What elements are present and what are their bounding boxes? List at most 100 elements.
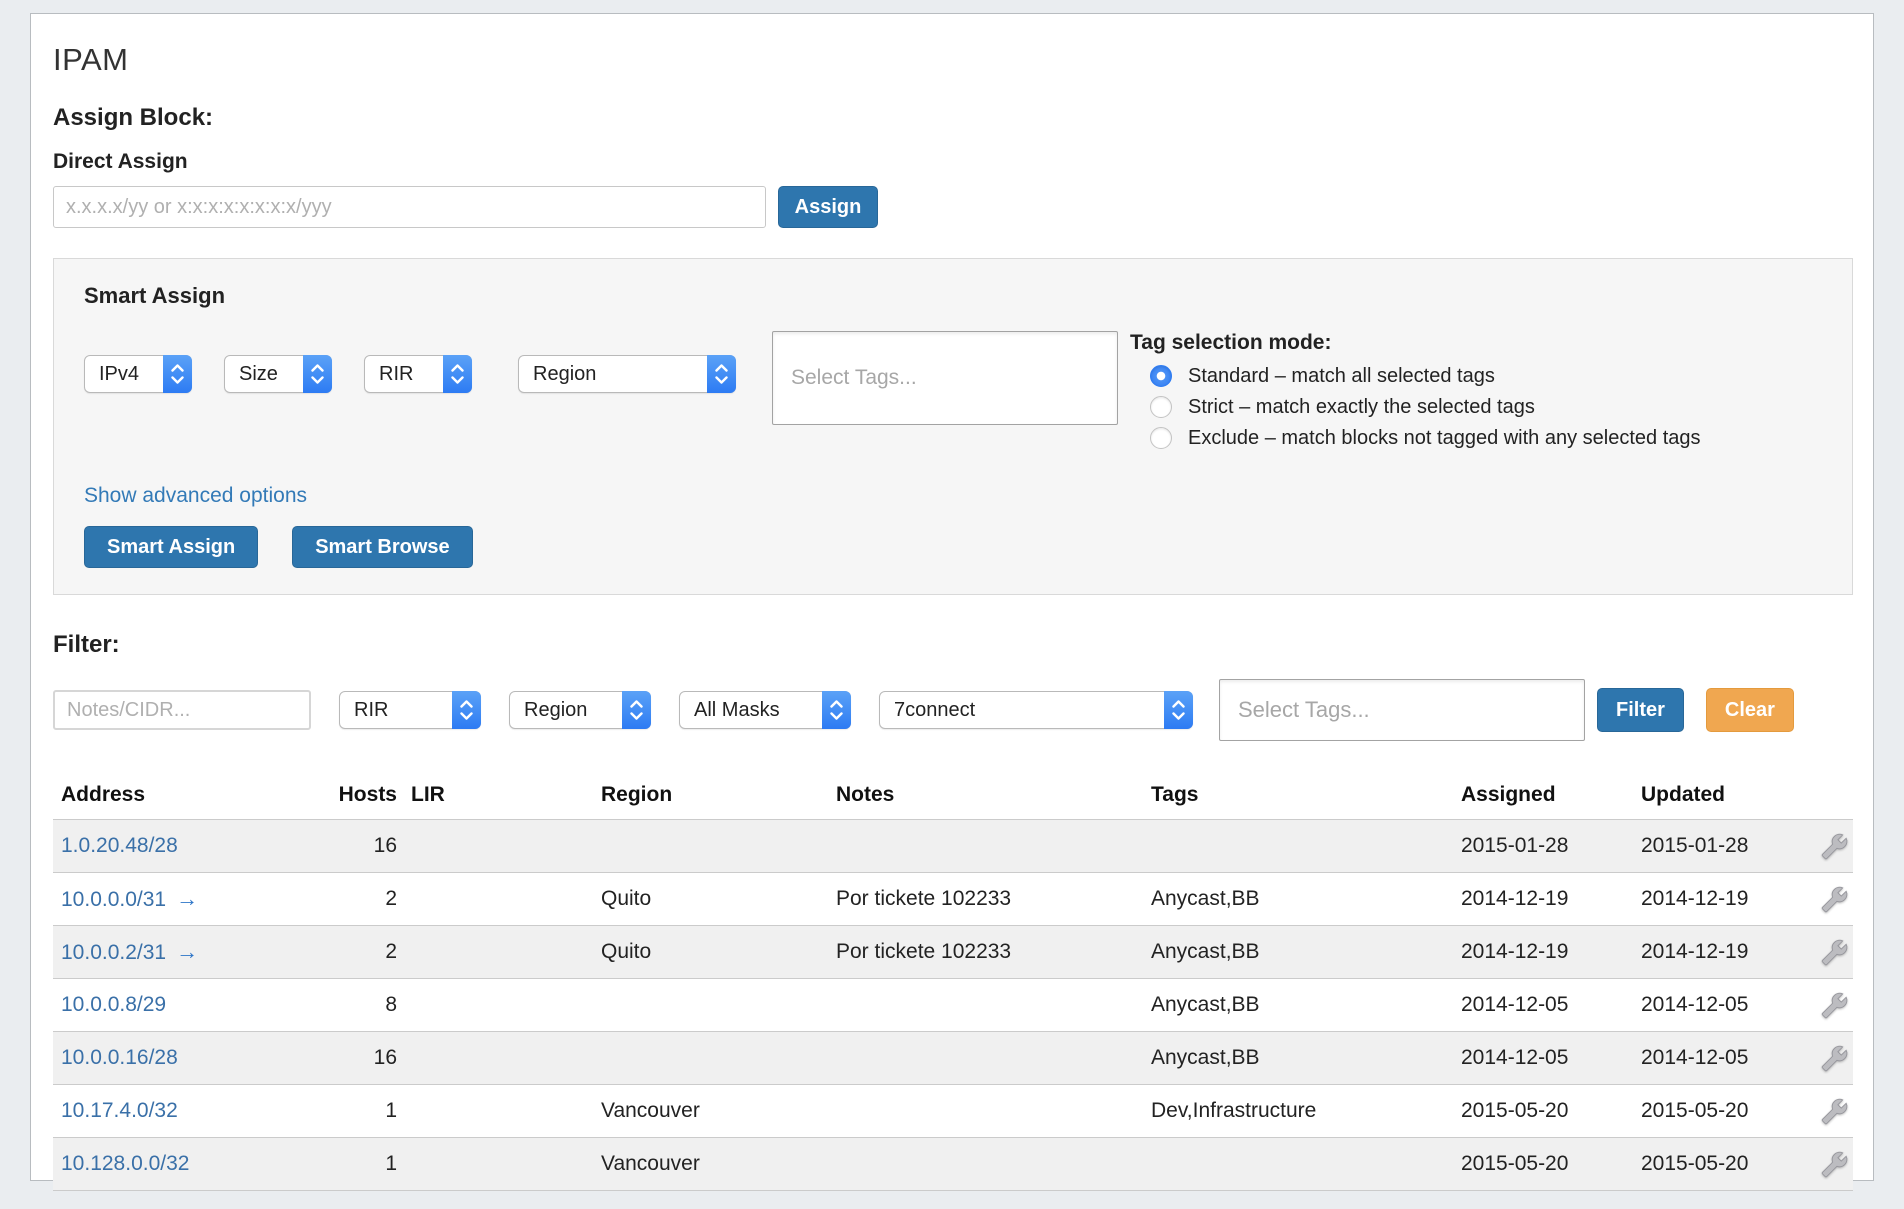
assign-button[interactable]: Assign (778, 186, 878, 228)
updated-cell: 2015-05-20 (1633, 1138, 1813, 1191)
address-cell: 10.0.0.8/29 (53, 979, 323, 1032)
assign-block-heading: Assign Block: (53, 104, 1851, 132)
page-title: IPAM (53, 42, 1851, 78)
filter-lir-select-value: 7connect (894, 699, 975, 722)
smart-tags-input[interactable] (772, 331, 1118, 425)
column-header-hosts: Hosts (323, 775, 403, 820)
lir-cell (403, 1032, 593, 1085)
filter-lir-select[interactable]: 7connect (879, 691, 1193, 729)
edit-wrench-icon[interactable] (1821, 1098, 1848, 1125)
assigned-cell: 2014-12-19 (1453, 873, 1633, 926)
updated-cell: 2015-05-20 (1633, 1085, 1813, 1138)
region-cell: Quito (593, 926, 828, 979)
tags-cell: Dev,Infrastructure (1143, 1085, 1453, 1138)
select-arrows-icon (622, 691, 651, 729)
lir-cell (403, 873, 593, 926)
smart-assign-button[interactable]: Smart Assign (84, 526, 258, 568)
address-cell: 10.0.0.16/28 (53, 1032, 323, 1085)
actions-cell (1813, 1032, 1853, 1085)
smart-ipv-select[interactable]: IPv4 (84, 355, 192, 393)
column-header-assigned: Assigned (1453, 775, 1633, 820)
drill-down-arrow-icon[interactable]: → (176, 886, 198, 911)
edit-wrench-icon[interactable] (1821, 992, 1848, 1019)
table-row: 10.0.0.16/2816Anycast,BB2014-12-052014-1… (53, 1032, 1853, 1085)
actions-cell (1813, 1085, 1853, 1138)
notes-cell: Por tickete 102233 (828, 926, 1143, 979)
smart-size-select[interactable]: Size (224, 355, 332, 393)
lir-cell (403, 1085, 593, 1138)
address-link[interactable]: 1.0.20.48/28 (61, 834, 178, 857)
table-row: 10.0.0.8/298Anycast,BB2014-12-052014-12-… (53, 979, 1853, 1032)
ipam-panel: IPAM Assign Block: Direct Assign Assign … (30, 13, 1874, 1181)
smart-rir-select[interactable]: RIR (364, 355, 472, 393)
smart-browse-button[interactable]: Smart Browse (292, 526, 473, 568)
edit-wrench-icon[interactable] (1821, 886, 1848, 913)
table-row: 10.128.0.0/321Vancouver2015-05-202015-05… (53, 1138, 1853, 1191)
assigned-cell: 2014-12-05 (1453, 979, 1633, 1032)
tag-mode-strict-label: Strict – match exactly the selected tags (1188, 396, 1535, 418)
smart-assign-controls: IPv4 Size RIR Region Tag selection mode (84, 331, 1852, 454)
smart-assign-section: Smart Assign IPv4 Size RIR Region (53, 258, 1853, 595)
notes-cell (828, 820, 1143, 873)
drill-down-arrow-icon[interactable]: → (176, 939, 198, 964)
tag-mode-exclude-radio[interactable] (1150, 427, 1172, 449)
assigned-cell: 2014-12-05 (1453, 1032, 1633, 1085)
select-arrows-icon (443, 355, 472, 393)
updated-cell: 2014-12-05 (1633, 1032, 1813, 1085)
notes-cell (828, 1032, 1143, 1085)
updated-cell: 2014-12-19 (1633, 873, 1813, 926)
direct-assign-row: Assign (53, 186, 1851, 228)
tags-cell: Anycast,BB (1143, 926, 1453, 979)
table-row: 10.17.4.0/321VancouverDev,Infrastructure… (53, 1085, 1853, 1138)
address-cell: 10.17.4.0/32 (53, 1085, 323, 1138)
tag-mode-exclude-option[interactable]: Exclude – match blocks not tagged with a… (1150, 423, 1760, 454)
tags-cell: Anycast,BB (1143, 873, 1453, 926)
column-header-address: Address (53, 775, 323, 820)
tag-mode-standard-label: Standard – match all selected tags (1188, 365, 1495, 387)
clear-button[interactable]: Clear (1706, 688, 1794, 732)
updated-cell: 2014-12-19 (1633, 926, 1813, 979)
smart-buttons-row: Smart Assign Smart Browse (84, 526, 1852, 568)
filter-masks-select[interactable]: All Masks (679, 691, 851, 729)
address-link[interactable]: 10.128.0.0/32 (61, 1152, 189, 1175)
filter-rir-select[interactable]: RIR (339, 691, 481, 729)
edit-wrench-icon[interactable] (1821, 1045, 1848, 1072)
address-link[interactable]: 10.0.0.2/31 (61, 941, 166, 964)
column-header-tags: Tags (1143, 775, 1453, 820)
address-link[interactable]: 10.0.0.16/28 (61, 1046, 178, 1069)
updated-cell: 2014-12-05 (1633, 979, 1813, 1032)
select-arrows-icon (822, 691, 851, 729)
hosts-cell: 2 (323, 926, 403, 979)
actions-cell (1813, 1138, 1853, 1191)
table-row: 1.0.20.48/28162015-01-282015-01-28 (53, 820, 1853, 873)
address-link[interactable]: 10.0.0.0/31 (61, 888, 166, 911)
filter-region-select[interactable]: Region (509, 691, 651, 729)
edit-wrench-icon[interactable] (1821, 1151, 1848, 1178)
tag-mode-standard-radio[interactable] (1150, 365, 1172, 387)
direct-assign-label: Direct Assign (53, 150, 1851, 174)
edit-wrench-icon[interactable] (1821, 833, 1848, 860)
tag-mode-exclude-label: Exclude – match blocks not tagged with a… (1188, 427, 1701, 449)
direct-assign-input[interactable] (53, 186, 766, 228)
assigned-cell: 2015-05-20 (1453, 1085, 1633, 1138)
filter-button[interactable]: Filter (1597, 688, 1684, 732)
filter-masks-select-value: All Masks (694, 699, 780, 722)
updated-cell: 2015-01-28 (1633, 820, 1813, 873)
smart-region-select[interactable]: Region (518, 355, 736, 393)
address-link[interactable]: 10.0.0.8/29 (61, 993, 166, 1016)
notes-cell (828, 1085, 1143, 1138)
address-link[interactable]: 10.17.4.0/32 (61, 1099, 178, 1122)
address-cell: 10.128.0.0/32 (53, 1138, 323, 1191)
edit-wrench-icon[interactable] (1821, 939, 1848, 966)
tags-cell: Anycast,BB (1143, 979, 1453, 1032)
address-cell: 10.0.0.2/31 → (53, 926, 323, 979)
assigned-cell: 2015-01-28 (1453, 820, 1633, 873)
tag-mode-strict-option[interactable]: Strict – match exactly the selected tags (1150, 392, 1760, 423)
notes-cidr-input[interactable] (53, 690, 311, 730)
tag-mode-strict-radio[interactable] (1150, 396, 1172, 418)
show-advanced-options-link[interactable]: Show advanced options (84, 484, 307, 508)
filter-tags-input[interactable] (1219, 679, 1585, 741)
filter-region-select-value: Region (524, 699, 587, 722)
tag-mode-standard-option[interactable]: Standard – match all selected tags (1150, 361, 1760, 392)
column-header-updated: Updated (1633, 775, 1813, 820)
